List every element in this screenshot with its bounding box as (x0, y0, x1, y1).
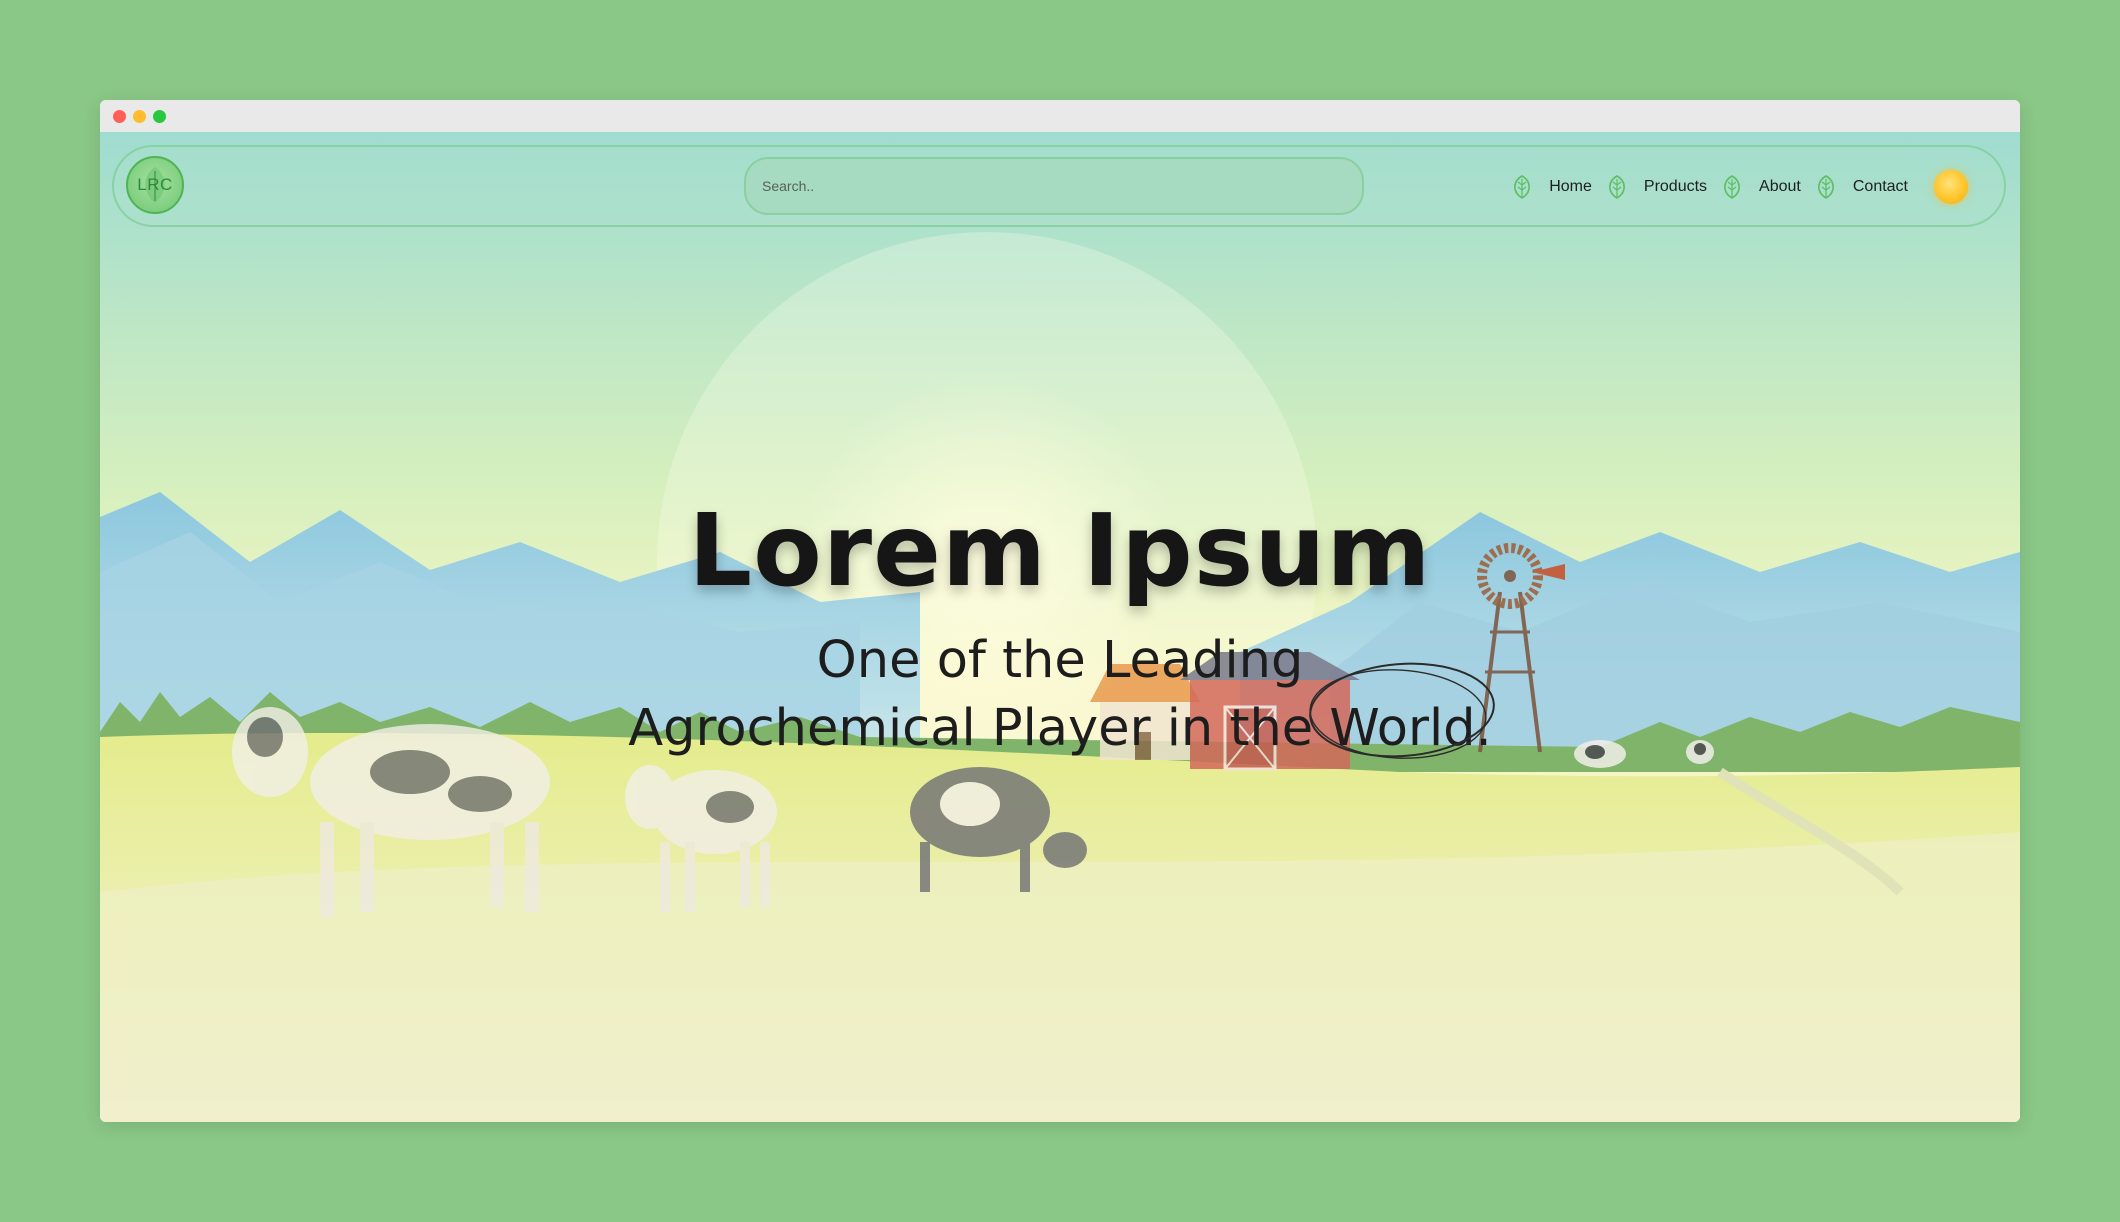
top-navbar: LRC Home Products (112, 145, 2006, 227)
leaf-icon (1514, 175, 1531, 199)
browser-window: LRC Home Products (100, 100, 2020, 1122)
nav-item-contact[interactable]: Contact (1815, 175, 1908, 199)
nav-item-products[interactable]: Products (1606, 175, 1707, 199)
hero-subtitle-line2: Agrochemical Player in the World. (628, 699, 1492, 758)
hero-subtitle: One of the Leading Agrochemical Player i… (100, 627, 2020, 763)
window-titlebar (100, 100, 2020, 133)
sun-icon[interactable] (1934, 170, 1968, 204)
close-window-button[interactable] (113, 110, 126, 123)
search-input[interactable] (744, 157, 1364, 215)
nav-menu: Home Products About Contact (1511, 147, 1968, 227)
page-viewport: LRC Home Products (100, 132, 2020, 1122)
nav-item-label: Home (1549, 178, 1592, 195)
hero-section: Lorem Ipsum One of the Leading Agrochemi… (100, 492, 2020, 763)
maximize-window-button[interactable] (153, 110, 166, 123)
leaf-icon (1817, 175, 1834, 199)
hero-title: Lorem Ipsum (688, 492, 1432, 609)
brand-logo-text: LRC (137, 175, 173, 194)
nav-item-home[interactable]: Home (1511, 175, 1592, 199)
leaf-icon (1724, 175, 1740, 199)
leaf-icon (1608, 175, 1625, 199)
nav-item-label: About (1759, 178, 1801, 195)
nav-item-label: Contact (1852, 178, 1908, 195)
hero-subtitle-line1: One of the Leading (816, 631, 1304, 690)
brand-logo[interactable]: LRC (126, 156, 184, 214)
nav-item-about[interactable]: About (1721, 175, 1801, 199)
minimize-window-button[interactable] (133, 110, 146, 123)
nav-item-label: Products (1643, 178, 1708, 195)
